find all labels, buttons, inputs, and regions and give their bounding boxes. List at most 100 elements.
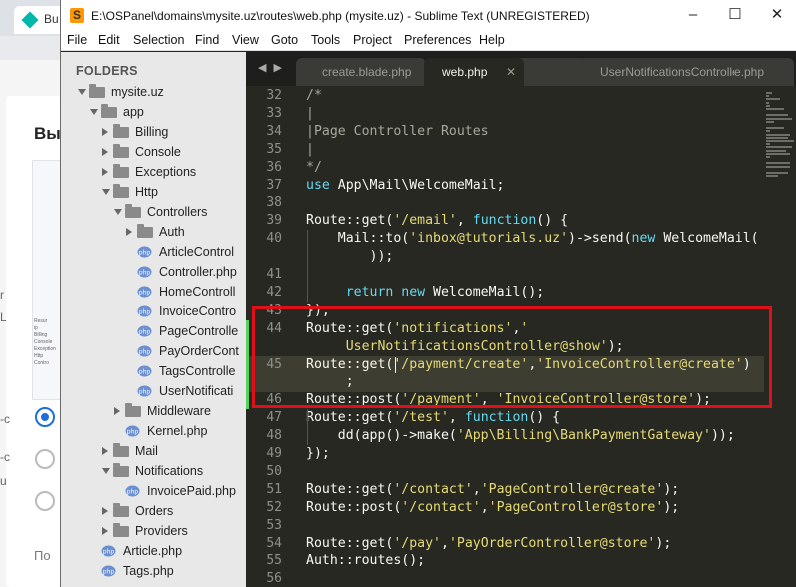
sidebar-item-label: Tags.php bbox=[123, 563, 174, 578]
sidebar-item-label: PayOrderCont bbox=[159, 344, 239, 359]
close-button[interactable]: ✕ bbox=[765, 4, 789, 26]
sidebar-file[interactable]: php Tags.php bbox=[61, 561, 246, 581]
sidebar-file[interactable]: php PageControlle bbox=[61, 321, 246, 341]
menu-view[interactable]: View bbox=[232, 33, 259, 47]
folder-icon bbox=[113, 463, 129, 478]
sidebar-file[interactable]: php Controller.php bbox=[61, 262, 246, 282]
line-number: 34 bbox=[266, 123, 282, 139]
minimap-line bbox=[766, 114, 788, 117]
chevron-right-icon[interactable] bbox=[102, 526, 108, 535]
chevron-right-icon[interactable] bbox=[102, 147, 108, 156]
sidebar-file[interactable]: php PayOrderCont bbox=[61, 341, 246, 361]
minimap-line bbox=[766, 95, 769, 98]
code-line: | bbox=[306, 141, 314, 157]
tab-e-php[interactable]: e.php bbox=[734, 58, 794, 86]
sidebar-folder[interactable]: mysite.uz bbox=[61, 82, 246, 102]
sidebar-folder[interactable]: Middleware bbox=[61, 401, 246, 421]
sidebar-file[interactable]: php TagsControlle bbox=[61, 361, 246, 381]
tab-web-php[interactable]: web.php ✕ bbox=[424, 58, 524, 86]
minimap-line bbox=[766, 127, 784, 130]
line-number: 51 bbox=[266, 481, 282, 497]
minimap-line bbox=[766, 120, 774, 123]
php-file-icon: php bbox=[125, 424, 140, 438]
chevron-down-icon[interactable] bbox=[102, 468, 110, 475]
tab-label: web.php bbox=[442, 65, 488, 79]
sidebar-folder[interactable]: Notifications bbox=[61, 461, 246, 481]
tab-label: create.blade.php bbox=[322, 65, 412, 79]
menu-find[interactable]: Find bbox=[195, 33, 219, 47]
line-number: 48 bbox=[266, 428, 282, 444]
field-label: По bbox=[34, 548, 51, 563]
side-letter: L bbox=[0, 310, 7, 324]
radio-option[interactable] bbox=[35, 449, 55, 469]
sidebar-file[interactable]: php ArticleControl bbox=[61, 242, 246, 262]
chevron-down-icon[interactable] bbox=[78, 89, 86, 95]
php-file-icon: php bbox=[137, 344, 152, 358]
minimap-line bbox=[766, 156, 770, 158]
menu-help[interactable]: Help bbox=[479, 33, 505, 47]
sidebar-file[interactable]: php UserNotificati bbox=[61, 381, 246, 401]
php-file-icon: php bbox=[137, 384, 152, 398]
chevron-right-icon[interactable] bbox=[102, 506, 108, 515]
sidebar-folder[interactable]: Providers bbox=[61, 521, 246, 541]
sidebar-file[interactable]: php HomeControll bbox=[61, 282, 246, 302]
chevron-right-icon[interactable] bbox=[102, 447, 108, 456]
code-line: Route::get('/pay','PayOrderController@st… bbox=[306, 535, 672, 551]
sidebar-folder[interactable]: Orders bbox=[61, 501, 246, 521]
menu-project[interactable]: Project bbox=[353, 33, 392, 47]
sidebar-item-label: Controllers bbox=[147, 204, 208, 219]
browser-tab-label: Bu bbox=[44, 12, 59, 26]
radio-option-selected[interactable] bbox=[35, 407, 55, 427]
sidebar-item-label: Providers bbox=[135, 523, 188, 538]
code-line: Route::post('/contact','PageController@s… bbox=[306, 499, 680, 515]
sidebar-file[interactable]: php InvoicePaid.php bbox=[61, 481, 246, 501]
code-line: | bbox=[306, 105, 314, 121]
sidebar-file[interactable]: php InvoiceContro bbox=[61, 301, 246, 321]
minimize-button[interactable]: – bbox=[681, 4, 705, 26]
code-line: }); bbox=[306, 446, 330, 461]
sidebar-folder[interactable]: Controllers bbox=[61, 202, 246, 222]
menu-goto[interactable]: Goto bbox=[271, 33, 298, 47]
sidebar-item-label: PageControlle bbox=[159, 324, 239, 339]
menu-tools[interactable]: Tools bbox=[311, 33, 340, 47]
chevron-right-icon[interactable] bbox=[126, 227, 132, 236]
sidebar-item-label: TagsControlle bbox=[159, 364, 236, 379]
minimap-line bbox=[766, 104, 770, 107]
svg-text:php: php bbox=[139, 249, 151, 256]
close-icon[interactable]: ✕ bbox=[506, 65, 516, 79]
sidebar-folder[interactable]: Console bbox=[61, 142, 246, 162]
svg-text:php: php bbox=[139, 349, 151, 356]
chevron-down-icon[interactable] bbox=[90, 108, 98, 115]
svg-text:php: php bbox=[139, 329, 151, 336]
maximize-button[interactable]: ☐ bbox=[723, 4, 747, 26]
menu-selection[interactable]: Selection bbox=[133, 33, 184, 47]
sidebar-item-label: Mail bbox=[135, 444, 158, 459]
sidebar-folder[interactable]: Billing bbox=[61, 122, 246, 142]
minimap-line bbox=[766, 117, 792, 120]
svg-text:php: php bbox=[139, 289, 151, 296]
chevron-right-icon[interactable] bbox=[102, 167, 108, 176]
tab-nav-arrows-icon[interactable]: ◀ ▶ bbox=[258, 61, 284, 74]
sidebar-folder[interactable]: Auth bbox=[61, 222, 246, 242]
sidebar-file[interactable]: php Kernel.php bbox=[61, 421, 246, 441]
radio-option[interactable] bbox=[35, 491, 55, 511]
menu-edit[interactable]: Edit bbox=[98, 33, 120, 47]
folder-icon bbox=[113, 502, 129, 517]
sidebar-folder[interactable]: app bbox=[61, 102, 246, 122]
sidebar-folder[interactable]: Exceptions bbox=[61, 162, 246, 182]
sidebar-item-label: Exceptions bbox=[135, 164, 197, 179]
chevron-right-icon[interactable] bbox=[114, 407, 120, 416]
menu-file[interactable]: File bbox=[67, 33, 87, 47]
minimap-line bbox=[766, 152, 790, 155]
chevron-down-icon[interactable] bbox=[114, 208, 122, 215]
tab-create-blade[interactable]: create.blade.php bbox=[296, 58, 426, 86]
svg-text:php: php bbox=[139, 309, 151, 316]
sidebar-file[interactable]: php Article.php bbox=[61, 541, 246, 561]
menu-preferences[interactable]: Preferences bbox=[404, 33, 471, 47]
chevron-right-icon[interactable] bbox=[102, 127, 108, 136]
php-file-icon: php bbox=[101, 564, 116, 578]
sidebar-folder[interactable]: Mail bbox=[61, 441, 246, 461]
svg-text:php: php bbox=[139, 389, 151, 396]
sidebar-folder[interactable]: Http bbox=[61, 182, 246, 202]
chevron-down-icon[interactable] bbox=[102, 188, 110, 195]
